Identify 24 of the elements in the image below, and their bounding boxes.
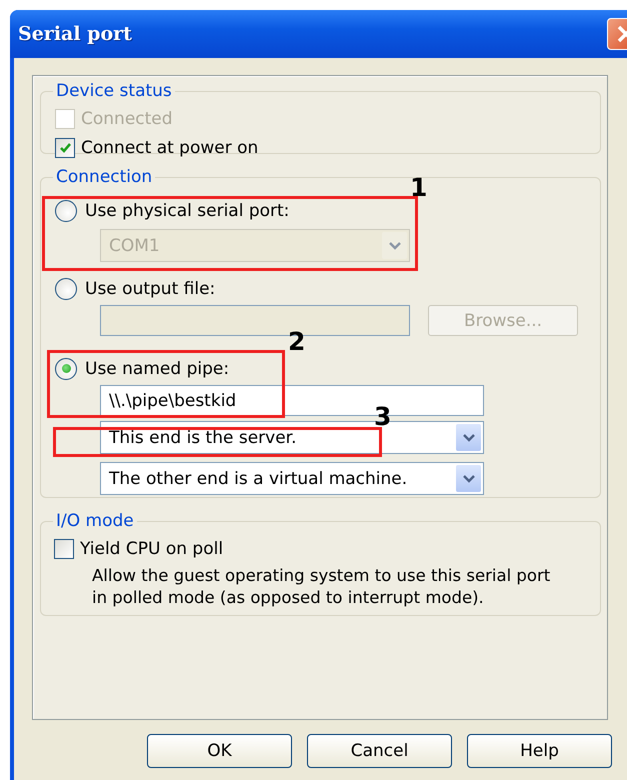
checkmark-icon — [58, 142, 72, 154]
ok-button[interactable]: OK — [147, 734, 292, 768]
group-title: Connection — [55, 166, 154, 188]
chevron-down-icon — [388, 242, 400, 250]
group-title: I/O mode — [55, 510, 135, 532]
radio-label: Use output file: — [85, 278, 216, 298]
dropdown[interactable]: The other end is a virtual machine. — [100, 462, 484, 495]
group-title: Device status — [55, 80, 173, 102]
window-title: Serial port — [18, 23, 132, 45]
annotation-number: 2 — [288, 328, 306, 356]
chevron-down-icon — [462, 434, 474, 442]
description-text: Allow the guest operating system to use this serial port in polled mode (as opposed to interrupt mode). — [92, 565, 552, 609]
checkbox-label: Yield CPU on poll — [80, 538, 224, 558]
radio-button[interactable] — [55, 358, 77, 380]
checkbox[interactable] — [55, 138, 75, 158]
cancel-button[interactable]: Cancel — [307, 734, 452, 768]
chevron-down-icon — [462, 474, 474, 482]
annotation-number: 1 — [410, 174, 428, 202]
checkbox[interactable] — [54, 538, 74, 558]
radio-label: Use physical serial port: — [85, 200, 290, 220]
help-button[interactable]: Help — [467, 734, 612, 768]
checkbox-label: Connected — [81, 108, 173, 128]
checkbox-label: Connect at power on — [81, 138, 258, 158]
radio-label: Use named pipe: — [85, 358, 230, 378]
